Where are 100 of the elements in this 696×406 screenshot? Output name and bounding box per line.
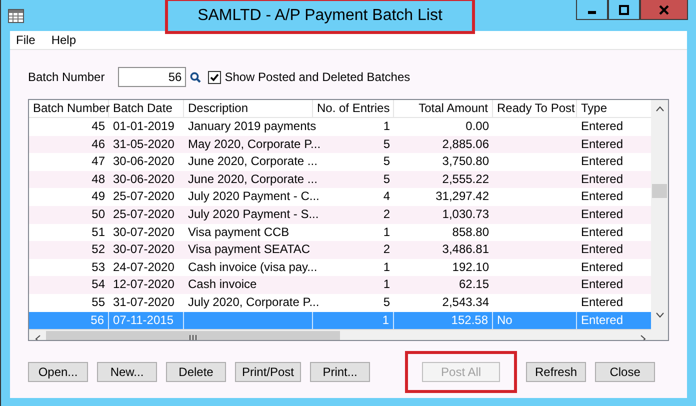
table-cell: 48: [92, 172, 105, 186]
table-cell: 46: [92, 136, 105, 151]
column-header[interactable]: Batch Date: [109, 100, 184, 117]
table-cell: 1: [383, 119, 390, 133]
table-cell: 25-07-2020: [113, 206, 174, 221]
table-cell: July 2020 Payment - C...: [188, 189, 320, 204]
table-cell: 5: [383, 136, 390, 151]
table-row[interactable]: 49 25-07-2020 July 2020 Payment - C... 4 31,297.42 Entered: [29, 188, 651, 206]
table-cell: 54: [92, 277, 105, 292]
table-cell: May 2020, Corporate P...: [188, 136, 321, 151]
table-cell: Entered: [581, 136, 624, 151]
table-cell: 1: [383, 260, 390, 274]
table-row[interactable]: 51 30-07-2020 Visa payment CCB 1 858.80 Entered: [29, 224, 651, 242]
table-cell: 31-07-2020: [113, 294, 174, 309]
close-button[interactable]: [640, 0, 688, 20]
table-cell: 01-01-2019: [113, 119, 174, 133]
table-cell: 24-07-2020: [113, 260, 174, 274]
table-row[interactable]: 47 30-06-2020 June 2020, Corporate ... 5 3,750.80 Entered: [29, 153, 651, 171]
table-cell: Entered: [581, 277, 624, 292]
table-cell: 1: [383, 277, 390, 292]
table-row[interactable]: 48 30-06-2020 June 2020, Corporate ... 5 2,555.22 Entered: [29, 170, 651, 188]
table-cell: 2,543.34: [442, 294, 489, 309]
table-row[interactable]: 53 24-07-2020 Cash invoice (visa pay... 1 192.10 Entered: [29, 258, 651, 276]
table-cell: 55: [92, 294, 105, 309]
table-cell: Entered: [581, 154, 624, 168]
table-cell: 30-07-2020: [113, 242, 174, 256]
table-row[interactable]: 54 12-07-2020 Cash invoice 1 62.15 Entered: [29, 276, 651, 294]
checkbox[interactable]: [208, 70, 221, 84]
table-cell: 3,486.81: [442, 242, 489, 256]
table-cell: 30-06-2020: [113, 154, 174, 168]
menu-item[interactable]: File: [16, 33, 36, 47]
table-cell: 45: [92, 119, 105, 133]
table-cell: 53: [92, 260, 105, 274]
batch-number-field[interactable]: 56: [118, 67, 186, 87]
table-row[interactable]: 50 25-07-2020 July 2020 Payment - S... 2 1,030.73 Entered: [29, 206, 651, 224]
table-cell: Entered: [581, 312, 624, 327]
table-cell: July 2020 Payment - S...: [188, 206, 319, 221]
table-cell: Entered: [581, 206, 624, 221]
table-cell: 5: [383, 294, 390, 309]
action-button[interactable]: Open...: [28, 362, 88, 382]
table-row[interactable]: 45 01-01-2019 January 2019 payments 1 0.00 Entered: [29, 118, 651, 136]
table-cell: 1: [383, 224, 390, 239]
table-cell: 1,030.73: [442, 206, 489, 221]
table-cell: Cash invoice (visa pay...: [188, 260, 318, 274]
maximize-icon: [619, 4, 629, 14]
table-cell: 51: [92, 224, 105, 239]
table-cell: 3,750.80: [442, 154, 489, 168]
action-button[interactable]: Close: [595, 362, 656, 382]
table-cell: 56: [90, 312, 104, 327]
table-cell: 52: [92, 242, 105, 256]
column-header[interactable]: Batch Number: [29, 100, 109, 117]
table-cell: 12-07-2020: [113, 277, 174, 292]
table-cell: January 2019 payments: [188, 119, 316, 133]
table-cell: 2,885.06: [442, 136, 489, 151]
action-button[interactable]: Print...: [310, 362, 370, 382]
table-cell: 0.00: [466, 119, 489, 133]
table-cell: Entered: [581, 242, 624, 256]
minimize-icon: [588, 10, 596, 14]
table-cell: No: [497, 312, 512, 327]
table-cell: Entered: [581, 294, 624, 309]
column-header[interactable]: Total Amount: [394, 100, 493, 117]
column-header[interactable]: No. of Entries: [313, 100, 394, 117]
table-cell: 152.58: [451, 312, 488, 327]
table-cell: 858.80: [452, 224, 489, 239]
minimize-button[interactable]: [576, 0, 608, 20]
search-icon[interactable]: [190, 72, 201, 82]
action-button[interactable]: Print/Post: [235, 362, 302, 382]
column-header[interactable]: Ready To Post: [493, 100, 577, 117]
table-cell: 49: [92, 189, 105, 204]
action-button[interactable]: Delete: [166, 362, 226, 382]
table-cell: July 2020, Corporate P...: [188, 294, 320, 309]
table-cell: 50: [92, 206, 105, 221]
close-icon: [659, 4, 669, 14]
action-button[interactable]: New...: [97, 362, 157, 382]
checkbox-label: Show Posted and Deleted Batches: [224, 70, 410, 84]
table-cell: 62.15: [458, 277, 489, 292]
column-header[interactable]: Description: [184, 100, 313, 117]
table-cell: 47: [92, 154, 105, 168]
table-cell: 1: [382, 312, 389, 327]
table-cell: 192.10: [452, 260, 489, 274]
table-cell: 30-07-2020: [113, 224, 174, 239]
table-cell: Entered: [581, 224, 624, 239]
batch-number-label: Batch Number: [28, 70, 105, 84]
table-cell: 25-07-2020: [113, 189, 174, 204]
table-row[interactable]: 46 31-05-2020 May 2020, Corporate P... 5 2,885.06 Entered: [29, 136, 651, 154]
table-cell: Cash invoice: [188, 277, 257, 292]
scrollbar-thumb[interactable]: [652, 184, 667, 198]
maximize-button[interactable]: [608, 0, 640, 20]
table-row[interactable]: 55 31-07-2020 July 2020, Corporate P... 5 2,543.34 Entered: [29, 294, 651, 312]
menu-item[interactable]: Help: [51, 33, 76, 47]
table-cell: Visa payment CCB: [188, 224, 290, 239]
action-button[interactable]: Refresh: [526, 362, 586, 382]
chevron-down-icon: [656, 312, 664, 318]
table-cell: 31,297.42: [436, 189, 489, 204]
table-row[interactable]: 52 30-07-2020 Visa payment SEATAC 2 3,486.81 Entered: [29, 241, 651, 259]
table-cell: 2: [383, 206, 390, 221]
grip-icon: [189, 335, 197, 340]
table-cell: 2: [383, 242, 390, 256]
chevron-up-icon: [656, 106, 664, 112]
table-cell: Visa payment SEATAC: [188, 242, 310, 256]
